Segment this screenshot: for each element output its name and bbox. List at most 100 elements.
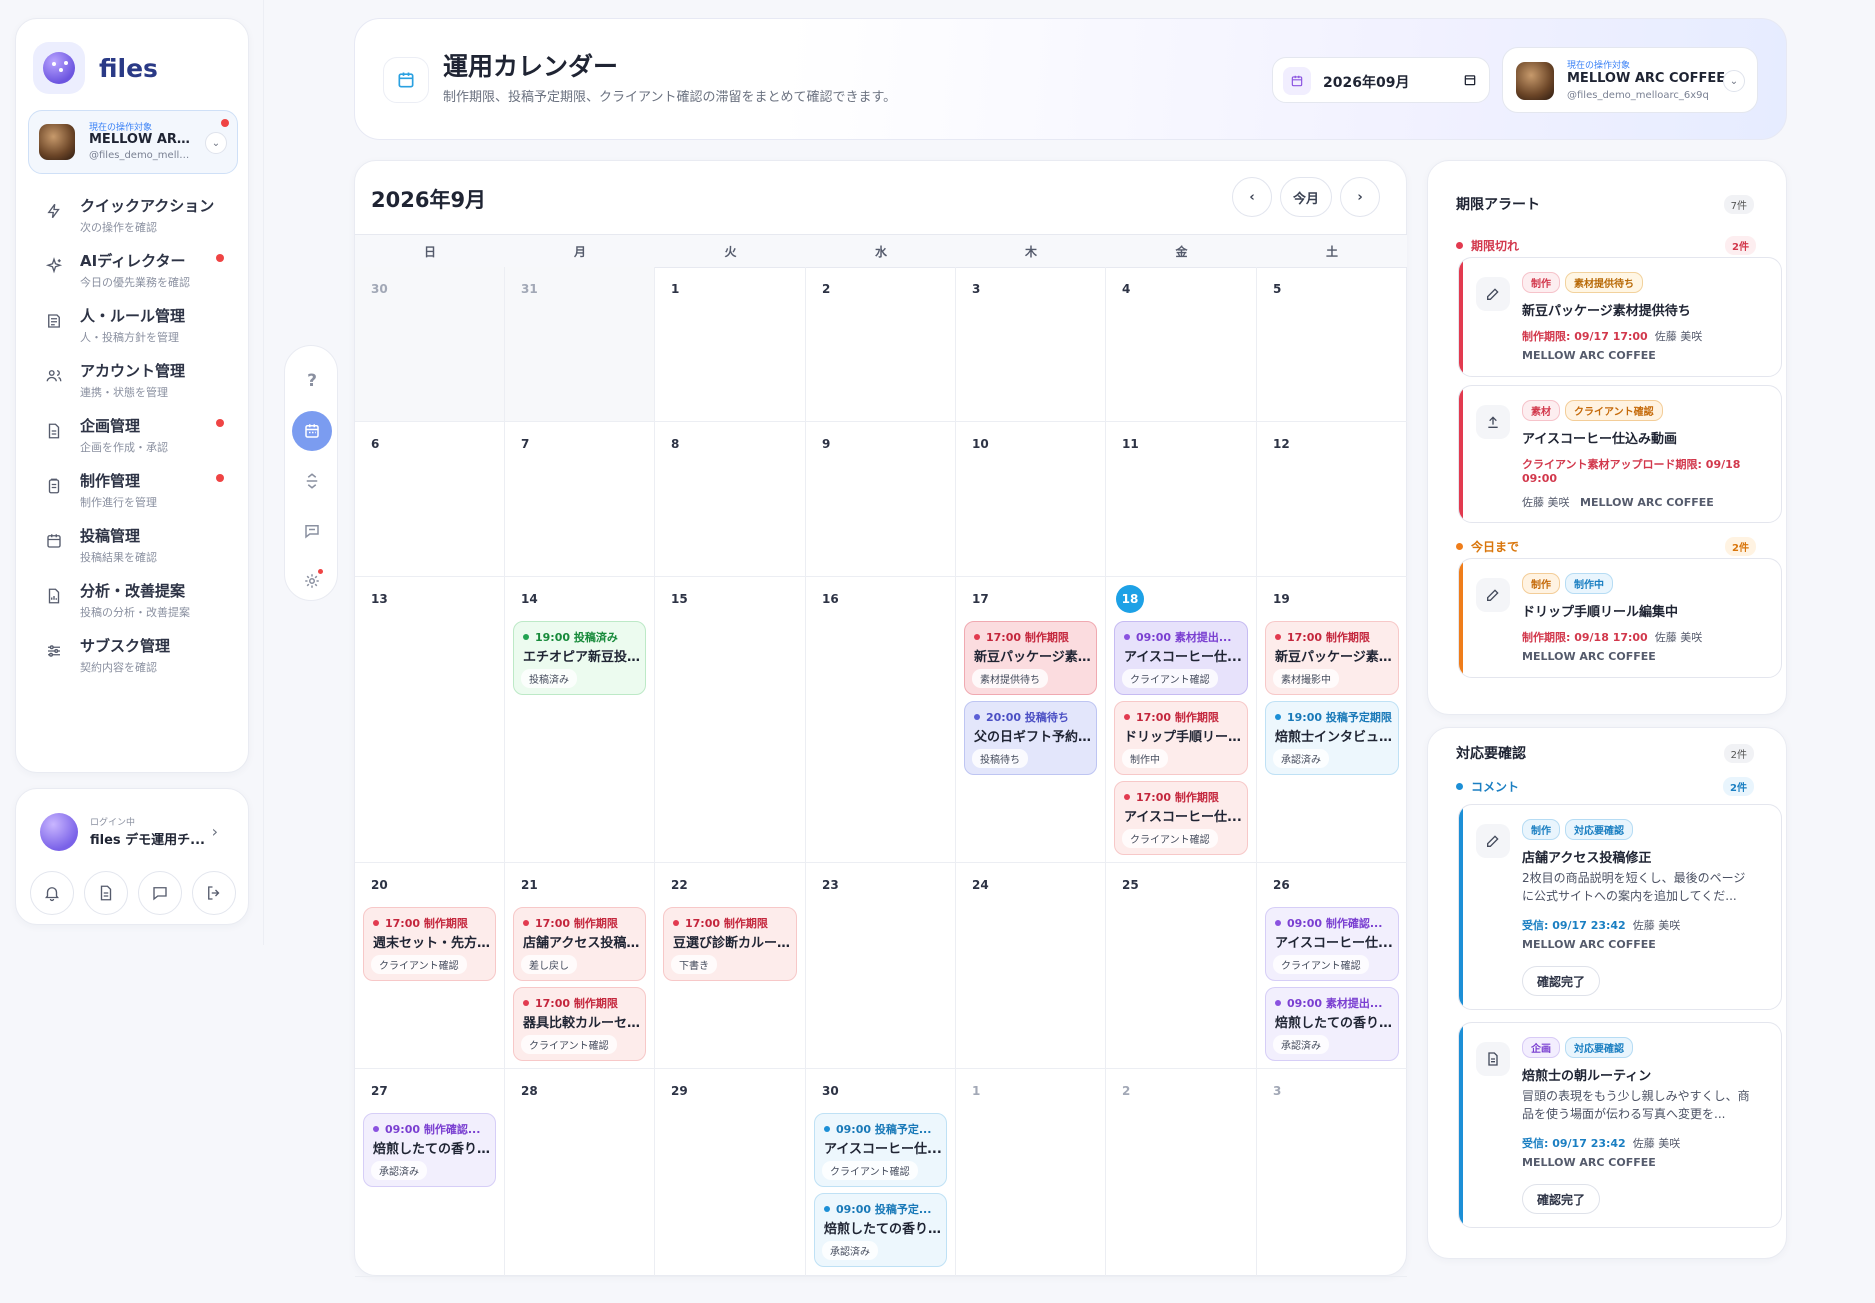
calendar-day-cell[interactable]: 9 — [806, 422, 956, 577]
sidebar-item-3[interactable]: 人・ルール管理 人・投稿方針を管理 — [28, 297, 238, 353]
calendar-day-cell[interactable]: 26 09:00 制作確認... アイスコーヒー仕... クライアント確認 09… — [1257, 863, 1407, 1069]
calendar-day-cell[interactable]: 3 — [1257, 1069, 1407, 1277]
account-thumbnail — [1516, 62, 1554, 100]
event-time: 09:00 素材提出... — [1136, 631, 1232, 644]
calendar-day-cell[interactable]: 15 — [655, 577, 806, 863]
confirm-done-button[interactable]: 確認完了 — [1522, 966, 1601, 996]
calendar-day-cell[interactable]: 29 — [655, 1069, 806, 1277]
logo-mark-icon — [33, 42, 85, 94]
logout-button[interactable] — [192, 871, 236, 915]
settings-tool-button[interactable] — [292, 561, 332, 601]
day-number: 29 — [671, 1084, 688, 1098]
calendar-event[interactable]: 17:00 制作期限 器具比較カルーセ... クライアント確認 — [513, 987, 646, 1061]
calendar-day-cell[interactable]: 11 — [1106, 422, 1257, 577]
calendar-day-cell[interactable]: 16 — [806, 577, 956, 863]
calendar-day-cell[interactable]: 6 — [355, 422, 505, 577]
sidebar-item-2[interactable]: AIディレクター 今日の優先業務を確認 — [28, 242, 238, 298]
calendar-day-cell[interactable]: 17 17:00 制作期限 新豆パッケージ素... 素材提供待ち 20:00 投… — [956, 577, 1106, 863]
sidebar-item-8[interactable]: 分析・改善提案 投稿の分析・改善提案 — [28, 572, 238, 628]
app-logo[interactable]: files — [33, 42, 158, 94]
calendar-day-cell[interactable]: 8 — [655, 422, 806, 577]
chat-tool-button[interactable] — [292, 511, 332, 551]
current-month-button[interactable]: 今月 — [1280, 177, 1332, 217]
calendar-event[interactable]: 17:00 制作期限 豆選び診断カルー... 下書き — [663, 907, 797, 981]
calendar-day-cell[interactable]: 14 19:00 投稿済み エチオピア新豆投... 投稿済み — [505, 577, 655, 863]
avatar[interactable] — [40, 813, 78, 851]
calendar-day-cell[interactable]: 2 — [1106, 1069, 1257, 1277]
calendar-event[interactable]: 09:00 投稿予定... 焙煎したての香り... 承認済み — [814, 1193, 947, 1267]
calendar-day-cell[interactable]: 18 09:00 素材提出... アイスコーヒー仕... クライアント確認 17… — [1106, 577, 1257, 863]
review-card[interactable]: 制作 対応要確認 店舗アクセス投稿修正 2枚目の商品説明を短くし、最後のページに… — [1458, 804, 1782, 1010]
calendar-day-cell[interactable]: 25 — [1106, 863, 1257, 1069]
month-picker-value[interactable]: 2026年09月 — [1323, 72, 1409, 92]
alert-card[interactable]: 素材 クライアント確認 アイスコーヒー仕込み動画 クライアント素材アップロード期… — [1458, 385, 1782, 523]
alerts-scroll-area[interactable]: 期限切れ 2件 制作 素材提供待ち 新豆パッケージ素材提供待ち 制作期限: 09… — [1428, 236, 1788, 687]
prev-month-button[interactable]: ‹ — [1232, 177, 1272, 217]
category-chip: 制作 — [1522, 573, 1560, 594]
calendar-day-cell[interactable]: 27 09:00 制作確認... 焙煎したての香り... 承認済み — [355, 1069, 505, 1277]
calendar-day-cell[interactable]: 1 — [655, 267, 806, 422]
calendar-day-cell[interactable]: 31 — [505, 267, 655, 422]
calendar-event[interactable]: 17:00 制作期限 ドリップ手順リー... 制作中 — [1114, 701, 1248, 775]
calendar-event[interactable]: 20:00 投稿待ち 父の日ギフト予約... 投稿待ち — [964, 701, 1097, 775]
document-button[interactable] — [84, 871, 128, 915]
sidebar-item-4[interactable]: アカウント管理 連携・状態を管理 — [28, 352, 238, 408]
header-account-switcher[interactable]: 現在の操作対象 MELLOW ARC COFFEE @files_demo_me… — [1502, 47, 1758, 113]
calendar-event[interactable]: 09:00 素材提出... 焙煎したての香り... 承認済み — [1265, 987, 1399, 1061]
calendar-day-cell[interactable]: 4 — [1106, 267, 1257, 422]
chevron-right-icon[interactable]: › — [212, 822, 218, 841]
calendar-event[interactable]: 19:00 投稿済み エチオピア新豆投... 投稿済み — [513, 621, 646, 695]
sidebar-item-7[interactable]: 投稿管理 投稿結果を確認 — [28, 517, 238, 573]
chevron-down-icon[interactable]: ⌄ — [1723, 70, 1745, 92]
calendar-day-cell[interactable]: 5 — [1257, 267, 1407, 422]
calendar-day-cell[interactable]: 1 — [956, 1069, 1106, 1277]
sidebar-item-6[interactable]: 制作管理 制作進行を管理 — [28, 462, 238, 518]
alert-card[interactable]: 制作 制作中 ドリップ手順リール編集中 制作期限: 09/18 17:00 佐藤… — [1458, 558, 1782, 678]
calendar-day-cell[interactable]: 19 17:00 制作期限 新豆パッケージ素... 素材撮影中 19:00 投稿… — [1257, 577, 1407, 863]
calendar-event[interactable]: 17:00 制作期限 新豆パッケージ素... 素材提供待ち — [964, 621, 1097, 695]
chevron-down-icon[interactable]: ⌄ — [205, 132, 227, 154]
calendar-day-cell[interactable]: 30 09:00 投稿予定... アイスコーヒー仕... クライアント確認 09… — [806, 1069, 956, 1277]
calendar-day-cell[interactable]: 13 — [355, 577, 505, 863]
calendar-day-cell[interactable]: 3 — [956, 267, 1106, 422]
calendar-event[interactable]: 09:00 制作確認... 焙煎したての香り... 承認済み — [363, 1113, 496, 1187]
calendar-day-cell[interactable]: 30 — [355, 267, 505, 422]
chat-button[interactable] — [138, 871, 182, 915]
collapse-tool-button[interactable] — [292, 461, 332, 501]
bell-button[interactable] — [30, 871, 74, 915]
user-name[interactable]: files デモ運用チ... — [90, 829, 205, 848]
calendar-event[interactable]: 19:00 投稿予定期限 焙煎士インタビュ... 承認済み — [1265, 701, 1399, 775]
calendar-day-cell[interactable]: 12 — [1257, 422, 1407, 577]
confirm-done-button[interactable]: 確認完了 — [1522, 1184, 1601, 1214]
calendar-day-cell[interactable]: 23 — [806, 863, 956, 1069]
calendar-event[interactable]: 17:00 制作期限 週末セット・先方... クライアント確認 — [363, 907, 496, 981]
calendar-event[interactable]: 09:00 素材提出... アイスコーヒー仕... クライアント確認 — [1114, 621, 1248, 695]
alert-card[interactable]: 制作 素材提供待ち 新豆パッケージ素材提供待ち 制作期限: 09/17 17:0… — [1458, 257, 1782, 377]
calendar-tool-button[interactable] — [292, 411, 332, 451]
sidebar-item-5[interactable]: 企画管理 企画を作成・承認 — [28, 407, 238, 463]
calendar-event[interactable]: 17:00 制作期限 店舗アクセス投稿... 差し戻し — [513, 907, 646, 981]
calendar-icon — [1283, 67, 1311, 95]
sidebar-item-1[interactable]: クイックアクション 次の操作を確認 — [28, 187, 238, 243]
calendar-day-cell[interactable]: 22 17:00 制作期限 豆選び診断カルー... 下書き — [655, 863, 806, 1069]
calendar-day-cell[interactable]: 28 — [505, 1069, 655, 1277]
calendar-day-cell[interactable]: 21 17:00 制作期限 店舗アクセス投稿... 差し戻し 17:00 制作期… — [505, 863, 655, 1069]
sidebar-item-9[interactable]: サブスク管理 契約内容を確認 — [28, 627, 238, 683]
help-button[interactable]: ? — [292, 361, 332, 401]
calendar-day-cell[interactable]: 10 — [956, 422, 1106, 577]
calendar-event[interactable]: 09:00 投稿予定... アイスコーヒー仕... クライアント確認 — [814, 1113, 947, 1187]
calendar-day-cell[interactable]: 7 — [505, 422, 655, 577]
review-card[interactable]: 企画 対応要確認 焙煎士の朝ルーティン 冒頭の表現をもう少し親しみやすくし、商品… — [1458, 1022, 1782, 1228]
calendar-day-cell[interactable]: 2 — [806, 267, 956, 422]
calendar-picker-icon[interactable] — [1463, 72, 1477, 91]
calendar-day-cell[interactable]: 24 — [956, 863, 1106, 1069]
review-panel: 対応要確認 2件 コメント 2件 制作 対応要確認 店舗アクセス投稿修正 2枚目… — [1427, 727, 1787, 1259]
calendar-day-cell[interactable]: 20 17:00 制作期限 週末セット・先方... クライアント確認 — [355, 863, 505, 1069]
calendar-event[interactable]: 17:00 制作期限 アイスコーヒー仕... クライアント確認 — [1114, 781, 1248, 855]
month-picker[interactable]: 2026年09月 — [1272, 57, 1490, 103]
sidebar-item-sub: 今日の優先業務を確認 — [80, 276, 190, 289]
calendar-event[interactable]: 17:00 制作期限 新豆パッケージ素... 素材撮影中 — [1265, 621, 1399, 695]
calendar-event[interactable]: 09:00 制作確認... アイスコーヒー仕... クライアント確認 — [1265, 907, 1399, 981]
account-switcher[interactable]: 現在の操作対象 MELLOW ARC COFFEE @files_demo_me… — [28, 110, 238, 174]
next-month-button[interactable]: › — [1340, 177, 1380, 217]
